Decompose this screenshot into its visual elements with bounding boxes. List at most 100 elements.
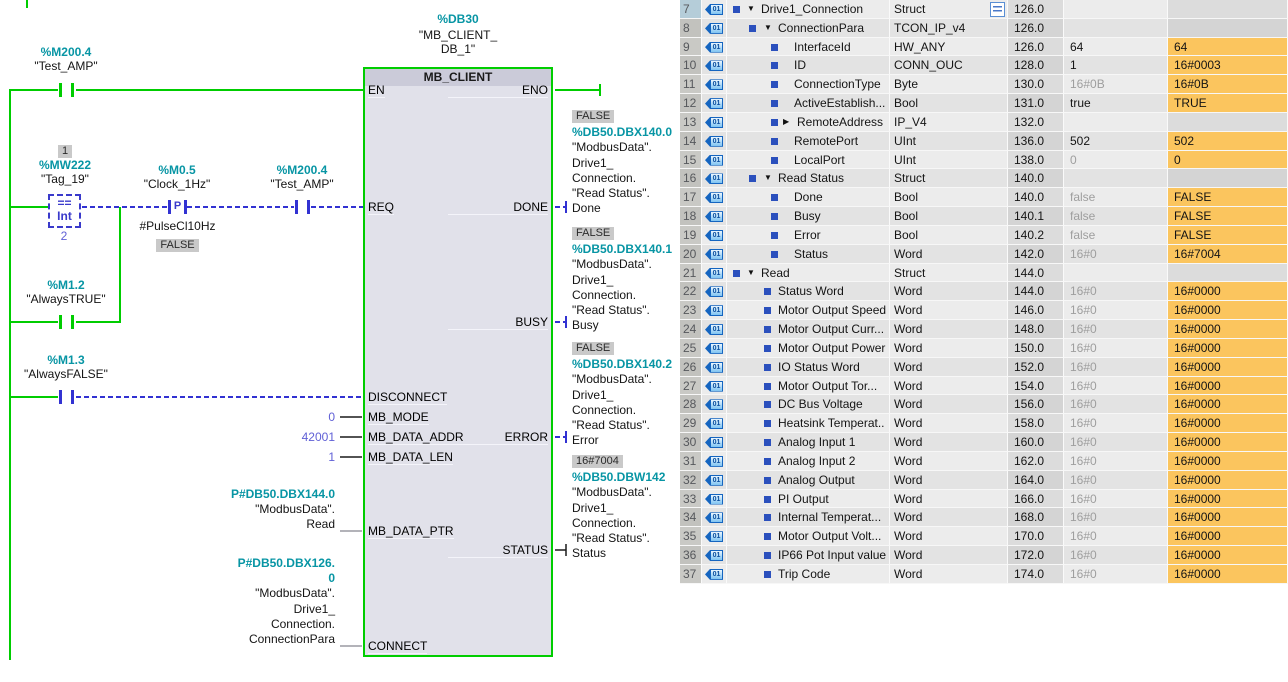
name-cell[interactable]: Done <box>727 188 890 207</box>
table-row[interactable]: 15LocalPortUInt138.000 <box>680 151 1288 170</box>
datatype-cell[interactable]: Word <box>890 527 1008 546</box>
datatype-cell[interactable]: Struct <box>890 169 1008 188</box>
row-number[interactable]: 37 <box>680 565 702 584</box>
table-row[interactable]: 35Motor Output Volt...Word170.016#016#00… <box>680 527 1288 546</box>
row-number[interactable]: 19 <box>680 226 702 245</box>
member-name[interactable]: Internal Temperat... <box>778 508 881 527</box>
datatype-cell[interactable]: Word <box>890 301 1008 320</box>
contact3-tag[interactable]: "AlwaysTRUE" <box>21 292 111 306</box>
pin-status[interactable]: STATUS <box>448 543 548 558</box>
table-row[interactable]: 11ConnectionTypeByte130.016#0B16#0B <box>680 75 1288 94</box>
table-row[interactable]: 30Analog Input 1Word160.016#016#0000 <box>680 433 1288 452</box>
table-row[interactable]: 21▼ReadStruct144.0 <box>680 264 1288 283</box>
row-number[interactable]: 7 <box>680 0 702 19</box>
member-name[interactable]: Done <box>794 188 823 207</box>
name-cell[interactable]: Busy <box>727 207 890 226</box>
row-number[interactable]: 23 <box>680 301 702 320</box>
start-value-cell[interactable]: false <box>1064 207 1168 226</box>
pcontact-tag[interactable]: "Clock_1Hz" <box>137 177 217 191</box>
row-number[interactable]: 29 <box>680 414 702 433</box>
row-number[interactable]: 14 <box>680 132 702 151</box>
name-cell[interactable]: DC Bus Voltage <box>727 395 890 414</box>
collapse-icon[interactable]: ▼ <box>764 169 772 188</box>
datatype-cell[interactable]: Word <box>890 358 1008 377</box>
table-row[interactable]: 13▶RemoteAddressIP_V4132.0 <box>680 113 1288 132</box>
pcontact-letter[interactable]: P <box>170 200 185 212</box>
table-row[interactable]: 8▼ConnectionParaTCON_IP_v4126.0 <box>680 19 1288 38</box>
table-row[interactable]: 7▼Drive1_ConnectionStruct126.0 <box>680 0 1288 19</box>
name-cell[interactable]: ConnectionType <box>727 75 890 94</box>
name-cell[interactable]: Status Word <box>727 282 890 301</box>
member-name[interactable]: Heatsink Temperat.. <box>778 414 885 433</box>
member-name[interactable]: Motor Output Curr... <box>778 320 884 339</box>
expand-icon[interactable]: ▶ <box>783 113 789 132</box>
row-number[interactable]: 22 <box>680 282 702 301</box>
row-number[interactable]: 13 <box>680 113 702 132</box>
start-value-cell[interactable]: 16#0 <box>1064 546 1168 565</box>
start-value-cell[interactable]: false <box>1064 188 1168 207</box>
name-cell[interactable]: Internal Temperat... <box>727 508 890 527</box>
datatype-cell[interactable]: Word <box>890 471 1008 490</box>
datatype-cell[interactable]: Word <box>890 490 1008 509</box>
contact4-tag[interactable]: "AlwaysFALSE" <box>18 367 114 381</box>
member-name[interactable]: Error <box>794 226 821 245</box>
pin-mb-mode[interactable]: MB_MODE <box>368 410 429 425</box>
contact2-address[interactable]: %M200.4 <box>262 163 342 177</box>
start-value-cell[interactable] <box>1064 0 1168 19</box>
start-value-cell[interactable]: 16#0 <box>1064 433 1168 452</box>
table-row[interactable]: 26IO Status WordWord152.016#016#0000 <box>680 358 1288 377</box>
row-number[interactable]: 32 <box>680 471 702 490</box>
datatype-cell[interactable]: UInt <box>890 151 1008 170</box>
start-value-cell[interactable] <box>1064 264 1168 283</box>
start-value-cell[interactable]: 16#0 <box>1064 414 1168 433</box>
name-cell[interactable]: Analog Output <box>727 471 890 490</box>
table-row[interactable]: 10IDCONN_OUC128.0116#0003 <box>680 56 1288 75</box>
connect-operand[interactable]: P#DB50.DBX126. 0 "ModbusData".Drive1_Con… <box>135 556 335 647</box>
mb-data-len-value[interactable]: 1 <box>185 450 335 464</box>
member-name[interactable]: Motor Output Volt... <box>778 527 881 546</box>
name-cell[interactable]: Analog Input 2 <box>727 452 890 471</box>
datatype-cell[interactable]: Word <box>890 395 1008 414</box>
collapse-icon[interactable]: ▼ <box>764 19 772 38</box>
table-row[interactable]: 32Analog OutputWord164.016#016#0000 <box>680 471 1288 490</box>
row-number[interactable]: 28 <box>680 395 702 414</box>
member-name[interactable]: Status Word <box>778 282 844 301</box>
table-row[interactable]: 27Motor Output Tor...Word154.016#016#000… <box>680 377 1288 396</box>
start-value-cell[interactable]: 16#0 <box>1064 245 1168 264</box>
member-name[interactable]: LocalPort <box>794 151 845 170</box>
table-row[interactable]: 33PI OutputWord166.016#016#0000 <box>680 490 1288 509</box>
start-value-cell[interactable]: 16#0 <box>1064 508 1168 527</box>
table-row[interactable]: 36IP66 Pot Input valueWord172.016#016#00… <box>680 546 1288 565</box>
datatype-picker-button[interactable] <box>990 2 1005 17</box>
pin-done[interactable]: DONE <box>448 200 548 215</box>
datatype-cell[interactable]: Word <box>890 339 1008 358</box>
member-name[interactable]: ConnectionPara <box>778 19 864 38</box>
datatype-cell[interactable]: UInt <box>890 132 1008 151</box>
start-value-cell[interactable]: 16#0 <box>1064 527 1168 546</box>
member-name[interactable]: Status <box>794 245 828 264</box>
name-cell[interactable]: IO Status Word <box>727 358 890 377</box>
row-number[interactable]: 12 <box>680 94 702 113</box>
contact4-address[interactable]: %M1.3 <box>18 353 114 367</box>
pcontact-local-tag[interactable]: #PulseCl10Hz <box>130 219 225 233</box>
member-name[interactable]: Motor Output Power <box>778 339 885 358</box>
datatype-cell[interactable]: Word <box>890 414 1008 433</box>
row-number[interactable]: 17 <box>680 188 702 207</box>
member-name[interactable]: Analog Output <box>778 471 855 490</box>
pin-mb-data-ptr[interactable]: MB_DATA_PTR <box>368 524 454 539</box>
name-cell[interactable]: Analog Input 1 <box>727 433 890 452</box>
start-value-cell[interactable]: false <box>1064 226 1168 245</box>
datatype-cell[interactable]: HW_ANY <box>890 38 1008 57</box>
name-cell[interactable]: ActiveEstablish... <box>727 94 890 113</box>
datatype-cell[interactable]: Word <box>890 377 1008 396</box>
row-number[interactable]: 16 <box>680 169 702 188</box>
row-number[interactable]: 21 <box>680 264 702 283</box>
start-value-cell[interactable]: 0 <box>1064 151 1168 170</box>
name-cell[interactable]: Heatsink Temperat.. <box>727 414 890 433</box>
start-value-cell[interactable]: 1 <box>1064 56 1168 75</box>
start-value-cell[interactable] <box>1064 169 1168 188</box>
datatype-cell[interactable]: Struct <box>890 0 1008 19</box>
contact1-address[interactable]: %M200.4 <box>26 45 106 59</box>
member-name[interactable]: Motor Output Tor... <box>778 377 877 396</box>
compare-datatype[interactable]: Int <box>50 210 79 223</box>
